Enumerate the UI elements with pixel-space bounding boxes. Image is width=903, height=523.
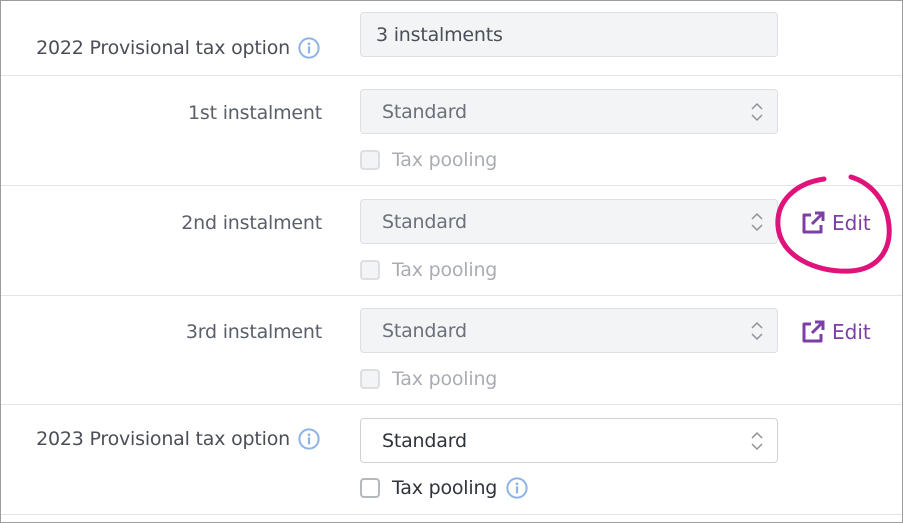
provisional-tax-form: 2022 Provisional tax option 3 instalment… <box>0 0 903 523</box>
instalment-2-edit-link[interactable]: Edit <box>800 210 871 236</box>
instalment-3-select[interactable]: Standard <box>360 308 778 353</box>
checkbox-box[interactable] <box>360 369 380 389</box>
label-2nd-instalment: 2nd instalment <box>181 212 322 234</box>
external-link-icon <box>802 211 825 234</box>
instalment-1-tax-pooling-checkbox[interactable]: Tax pooling <box>360 149 497 171</box>
row-2023-provisional-tax-option: 2023 Provisional tax option Standard Tax… <box>1 405 902 515</box>
label-2022-provisional-tax-option: 2022 Provisional tax option <box>36 37 320 59</box>
provisional-tax-2022-value: 3 instalments <box>360 12 778 57</box>
instalment-2-tax-pooling-checkbox[interactable]: Tax pooling <box>360 259 497 281</box>
row-2nd-instalment: 2nd instalment Standard Tax pooling Edit <box>1 186 902 296</box>
info-circle-icon[interactable] <box>298 37 320 59</box>
provisional-tax-2023-select[interactable]: Standard <box>360 418 778 463</box>
instalment-1-select[interactable]: Standard <box>360 89 778 134</box>
row-3rd-instalment: 3rd instalment Standard Tax pooling Edit <box>1 296 902 405</box>
row-1st-instalment: 1st instalment Standard Tax pooling <box>1 76 902 186</box>
label-2023-provisional-tax-option: 2023 Provisional tax option <box>36 428 320 450</box>
instalment-3-edit-link[interactable]: Edit <box>800 319 871 345</box>
row-2022-provisional-tax-option: 2022 Provisional tax option 3 instalment… <box>1 1 902 76</box>
chevron-up-down-icon <box>751 321 763 341</box>
checkbox-box[interactable] <box>360 150 380 170</box>
chevron-up-down-icon <box>751 431 763 451</box>
chevron-up-down-icon <box>751 102 763 122</box>
provisional-tax-2023-tax-pooling-checkbox[interactable]: Tax pooling <box>360 477 528 499</box>
external-link-icon <box>802 320 825 343</box>
info-circle-icon[interactable] <box>506 477 528 499</box>
label-3rd-instalment: 3rd instalment <box>185 321 322 343</box>
instalment-2-select[interactable]: Standard <box>360 199 778 244</box>
info-circle-icon[interactable] <box>298 428 320 450</box>
chevron-up-down-icon <box>751 212 763 232</box>
instalment-3-tax-pooling-checkbox[interactable]: Tax pooling <box>360 368 497 390</box>
checkbox-box[interactable] <box>360 478 380 498</box>
label-1st-instalment: 1st instalment <box>188 102 322 124</box>
checkbox-box[interactable] <box>360 260 380 280</box>
